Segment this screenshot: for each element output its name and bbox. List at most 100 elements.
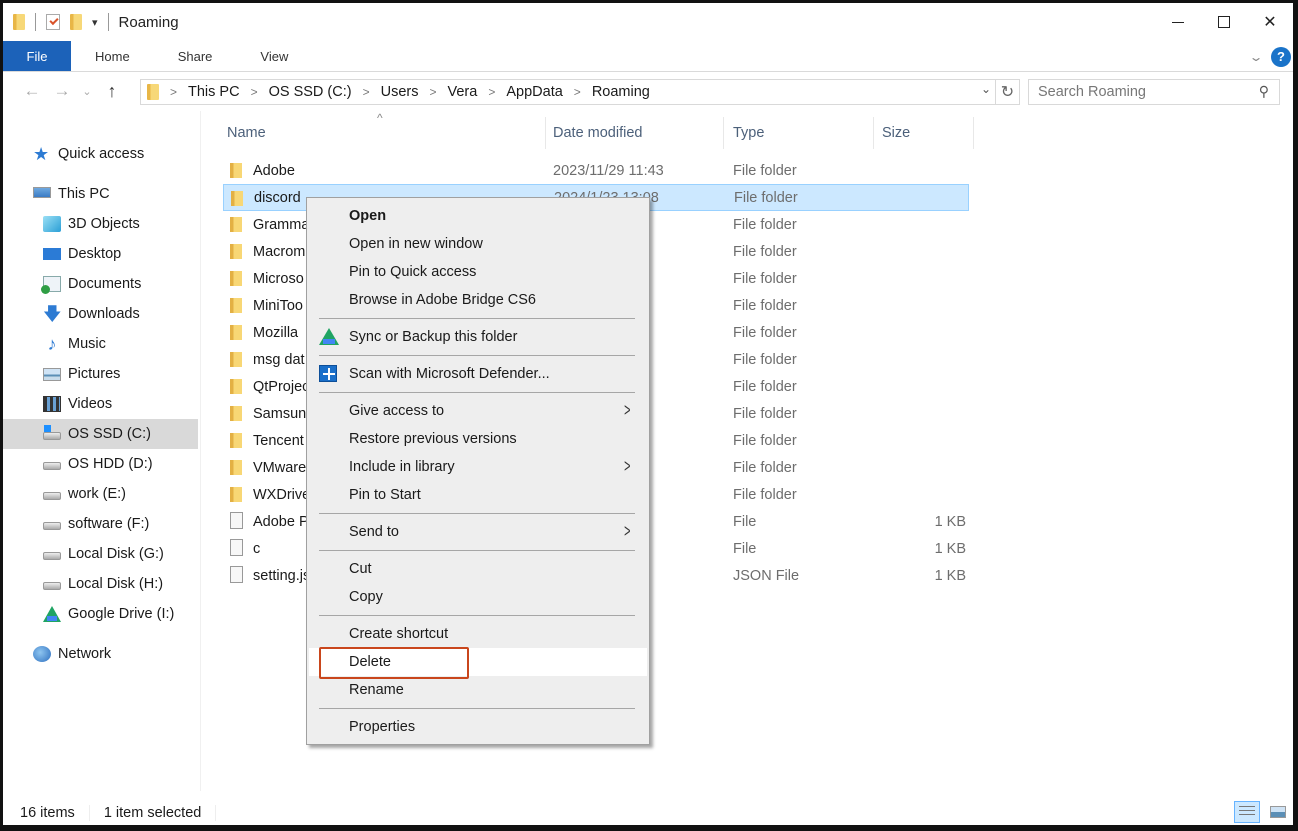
menu-item-pin-to-start[interactable]: Pin to Start — [309, 481, 647, 509]
folder-icon — [147, 84, 159, 100]
3d-objects-icon — [43, 216, 61, 232]
sidebar-item-music[interactable]: ♪ Music — [43, 329, 106, 359]
menu-item-create-shortcut[interactable]: Create shortcut — [309, 620, 647, 648]
star-icon: ★ — [33, 144, 50, 164]
sidebar-item-quick-access[interactable]: ★ Quick access — [33, 139, 144, 169]
maximize-button[interactable] — [1201, 3, 1247, 41]
sidebar-item-google-drive-i[interactable]: Google Drive (I:) — [43, 599, 174, 629]
large-icons-view-button[interactable] — [1265, 801, 1291, 823]
breadcrumb-chevron-icon[interactable]: > — [574, 85, 581, 99]
file-name: c — [253, 540, 261, 557]
column-header-date-modified[interactable]: Date modified — [553, 111, 723, 155]
refresh-button[interactable]: ↻ — [996, 79, 1020, 105]
menu-item-sync-or-backup-this-folder[interactable]: Sync or Backup this folder — [309, 323, 647, 351]
tab-home[interactable]: Home — [71, 41, 154, 71]
recent-locations-chevron-icon[interactable]: ⌄ — [77, 85, 97, 98]
minimize-button[interactable] — [1155, 3, 1201, 41]
customize-toolbar-dropdown-icon[interactable]: ▾ — [92, 16, 98, 29]
sidebar-item-os-hdd-d[interactable]: OS HDD (D:) — [43, 449, 153, 479]
breadcrumb-item[interactable]: Users — [381, 84, 419, 100]
sidebar-item-os-ssd-c[interactable]: OS SSD (C:) — [3, 419, 198, 449]
tab-view[interactable]: View — [236, 41, 312, 71]
tab-share[interactable]: Share — [154, 41, 237, 71]
sidebar-item-software-f[interactable]: software (F:) — [43, 509, 149, 539]
menu-item-label: Open — [349, 208, 387, 224]
breadcrumb-item[interactable]: Vera — [448, 84, 478, 100]
menu-item-scan-with-microsoft-defender[interactable]: Scan with Microsoft Defender... — [309, 360, 647, 388]
column-divider[interactable] — [545, 117, 546, 149]
up-arrow-icon[interactable]: ↑ — [97, 81, 127, 102]
sidebar-item-desktop[interactable]: Desktop — [43, 239, 121, 269]
file-type: JSON File — [733, 567, 800, 584]
sidebar-item-downloads[interactable]: 🡇 Downloads — [43, 299, 140, 329]
breadcrumb-item[interactable]: Roaming — [592, 84, 650, 100]
folder-icon — [230, 298, 242, 313]
expand-ribbon-chevron-icon[interactable]: ⌄ — [1248, 50, 1263, 64]
file-row[interactable]: Adobe 2023/11/29 11:43 File folder — [223, 157, 969, 184]
column-divider[interactable] — [973, 117, 974, 149]
sidebar-item-label: OS HDD (D:) — [68, 456, 153, 472]
menu-item-include-in-library[interactable]: Include in library > — [309, 453, 647, 481]
selection-count: 1 item selected — [103, 805, 202, 821]
sidebar-item-3d-objects[interactable]: 3D Objects — [43, 209, 140, 239]
sidebar-item-label: Local Disk (G:) — [68, 546, 164, 562]
folder-icon — [230, 379, 242, 394]
column-header-name[interactable]: Name — [227, 111, 547, 155]
column-divider[interactable] — [723, 117, 724, 149]
file-type: File folder — [733, 432, 797, 449]
file-type: File folder — [733, 459, 797, 476]
address-bar[interactable]: > This PC > OS SSD (C:) > Users > Vera > AppData >… — [140, 79, 996, 105]
sidebar-item-network[interactable]: Network — [33, 639, 111, 669]
file-name: Macrom — [253, 243, 306, 260]
sidebar-item-this-pc[interactable]: This PC — [33, 179, 110, 209]
back-arrow-icon[interactable]: ← — [17, 81, 47, 101]
file-type: File folder — [733, 297, 797, 314]
search-input[interactable]: Search Roaming ⚲ — [1028, 79, 1280, 105]
breadcrumb-item[interactable]: OS SSD (C:) — [269, 84, 352, 100]
menu-item-open[interactable]: Open — [309, 202, 647, 230]
sidebar-item-pictures[interactable]: Pictures — [43, 359, 120, 389]
file-type: File folder — [733, 378, 797, 395]
file-name: Gramma — [253, 216, 310, 233]
forward-arrow-icon[interactable]: → — [47, 81, 77, 101]
menu-item-restore-previous-versions[interactable]: Restore previous versions — [309, 425, 647, 453]
file-type: File folder — [733, 216, 797, 233]
folder-icon — [230, 244, 242, 259]
sidebar-item-local-disk-h[interactable]: Local Disk (H:) — [43, 569, 163, 599]
breadcrumb-chevron-icon[interactable]: > — [251, 85, 258, 99]
properties-icon[interactable] — [46, 14, 60, 30]
new-folder-icon[interactable] — [70, 14, 82, 30]
details-view-button[interactable] — [1234, 801, 1260, 823]
menu-item-copy[interactable]: Copy — [309, 583, 647, 611]
breadcrumb-chevron-icon[interactable]: > — [363, 85, 370, 99]
breadcrumb-chevron-icon[interactable]: > — [488, 85, 495, 99]
menu-item-pin-to-quick-access[interactable]: Pin to Quick access — [309, 258, 647, 286]
menu-item-send-to[interactable]: Send to > — [309, 518, 647, 546]
sidebar-item-documents[interactable]: Documents — [41, 269, 142, 299]
sidebar-item-work-e[interactable]: work (E:) — [43, 479, 126, 509]
tab-file[interactable]: File — [3, 41, 71, 71]
sidebar-item-videos[interactable]: Videos — [43, 389, 112, 419]
column-divider[interactable] — [873, 117, 874, 149]
menu-item-cut[interactable]: Cut — [309, 555, 647, 583]
sidebar-item-local-disk-g[interactable]: Local Disk (G:) — [43, 539, 164, 569]
column-header-size[interactable]: Size — [882, 111, 972, 155]
menu-item-properties[interactable]: Properties — [309, 713, 647, 741]
menu-item-open-in-new-window[interactable]: Open in new window — [309, 230, 647, 258]
help-icon[interactable]: ? — [1271, 46, 1291, 67]
menu-item-give-access-to[interactable]: Give access to > — [309, 397, 647, 425]
column-header-type[interactable]: Type — [733, 111, 873, 155]
address-history-chevron-icon[interactable]: ⌄ — [981, 82, 991, 96]
breadcrumb-item[interactable]: AppData — [506, 84, 562, 100]
breadcrumb-item[interactable]: This PC — [188, 84, 240, 100]
sidebar-item-label: Documents — [68, 276, 142, 292]
breadcrumb-chevron-icon[interactable]: > — [170, 85, 177, 99]
file-name: Adobe — [253, 162, 295, 179]
menu-item-browse-in-adobe-bridge-cs6[interactable]: Browse in Adobe Bridge CS6 — [309, 286, 647, 314]
folder-icon — [13, 14, 25, 30]
menu-item-rename[interactable]: Rename — [309, 676, 647, 704]
menu-item-delete[interactable]: Delete — [309, 648, 647, 676]
folder-icon — [230, 433, 242, 448]
close-button[interactable]: ✕ — [1247, 3, 1293, 41]
breadcrumb-chevron-icon[interactable]: > — [429, 85, 436, 99]
